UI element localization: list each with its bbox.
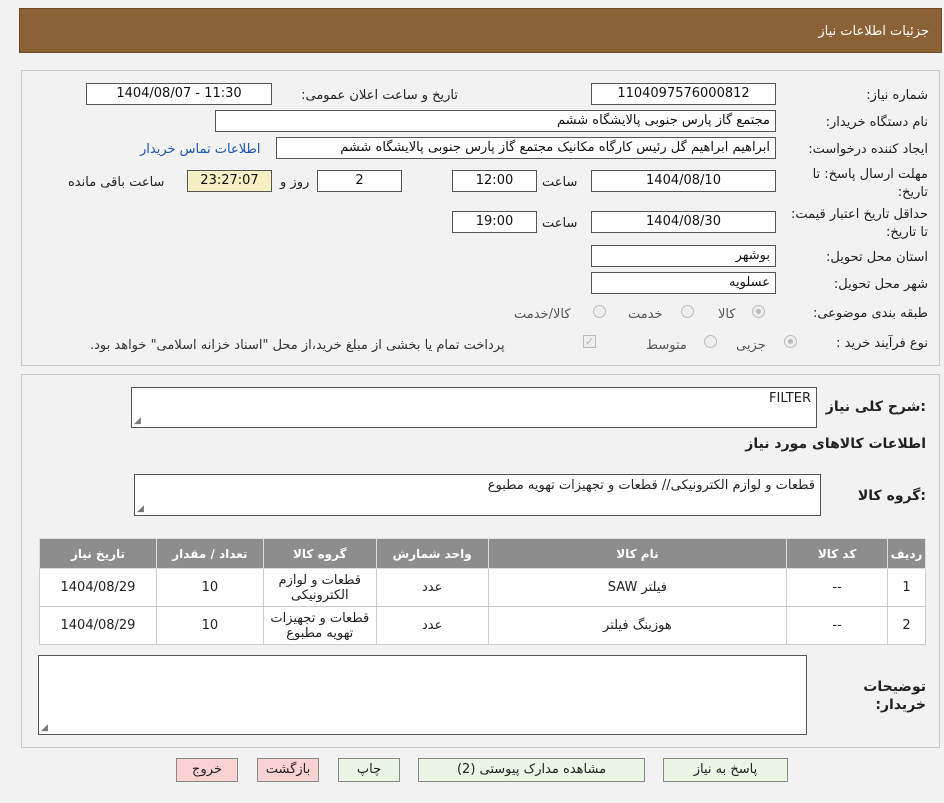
cell-name: هوزینگ فیلتر xyxy=(487,606,788,645)
process-minor-radio[interactable] xyxy=(784,335,797,348)
days-label: روز و xyxy=(280,175,310,190)
process-label: نوع فرآیند خرید : xyxy=(836,336,928,351)
col-date-header: تاریخ نیاز xyxy=(39,538,157,569)
summary-field: FILTER ◢ xyxy=(131,387,817,428)
goods-group-field: قطعات و لوازم الکترونیکی// قطعات و تجهیز… xyxy=(134,474,821,516)
col-name-header: نام کالا xyxy=(487,538,788,569)
deadline-time-label: ساعت xyxy=(542,175,578,190)
cell-row: 2 xyxy=(887,606,926,645)
process-minor-label: جزیی xyxy=(736,338,766,353)
table-row: 2 -- هوزینگ فیلتر عدد قطعات و تجهیزات ته… xyxy=(39,606,926,645)
col-group-header: گروه کالا xyxy=(262,538,377,569)
cell-row: 1 xyxy=(887,568,926,607)
cell-qty: 10 xyxy=(155,568,264,607)
category-service-label: خدمت xyxy=(628,307,663,322)
cell-unit: عدد xyxy=(375,568,489,607)
category-both-radio[interactable] xyxy=(593,305,606,318)
treasury-checkbox[interactable]: ✓ xyxy=(583,335,596,348)
province-field: بوشهر xyxy=(591,245,776,267)
validity-label: حداقل تاریخ اعتبار قیمت: تا تاریخ: xyxy=(790,207,928,240)
cell-group: قطعات و لوازم الکترونیکی xyxy=(262,568,377,607)
buyer-org-label: نام دستگاه خریدار: xyxy=(825,115,928,130)
need-number-field: 1104097576000812 xyxy=(591,83,776,105)
buyer-notes-field[interactable]: ◢ xyxy=(38,655,807,735)
attachments-button[interactable]: مشاهده مدارک پیوستی (2) xyxy=(418,758,645,782)
category-both-label: کالا/خدمت xyxy=(514,307,571,322)
validity-time-field: 19:00 xyxy=(452,211,537,233)
back-button[interactable]: بازگشت xyxy=(257,758,319,782)
exit-button[interactable]: خروج xyxy=(176,758,238,782)
deadline-label: مهلت ارسال پاسخ: تا تاریخ: xyxy=(812,167,928,200)
cell-code: -- xyxy=(786,606,889,645)
resize-grip-icon[interactable]: ◢ xyxy=(41,723,48,733)
process-medium-label: متوسط xyxy=(646,338,687,353)
goods-table: ردیف کد کالا نام کالا واحد شمارش گروه کا… xyxy=(39,538,926,645)
cell-date: 1404/08/29 xyxy=(39,568,157,607)
page-title: جزئیات اطلاعات نیاز xyxy=(818,24,929,39)
summary-label: شرح کلی نیاز: xyxy=(825,399,926,415)
deadline-date-field: 1404/08/10 xyxy=(591,170,776,192)
table-header-row: ردیف کد کالا نام کالا واحد شمارش گروه کا… xyxy=(39,538,926,569)
col-row-header: ردیف xyxy=(887,538,926,569)
buyer-org-field: مجتمع گاز پارس جنوبی پالایشگاه ششم xyxy=(215,110,776,132)
days-field: 2 xyxy=(317,170,402,192)
col-qty-header: تعداد / مقدار xyxy=(155,538,264,569)
announce-field: 1404/08/07 - 11:30 xyxy=(86,83,272,105)
need-number-label: شماره نیاز: xyxy=(866,88,928,103)
cell-unit: عدد xyxy=(375,606,489,645)
process-medium-radio[interactable] xyxy=(704,335,717,348)
buyer-notes-label: توضیحات خریدار: xyxy=(863,679,926,713)
category-service-radio[interactable] xyxy=(681,305,694,318)
cell-group: قطعات و تجهیزات تهویه مطبوع xyxy=(262,606,377,645)
cell-date: 1404/08/29 xyxy=(39,606,157,645)
category-goods-radio[interactable] xyxy=(752,305,765,318)
category-goods-label: کالا xyxy=(718,307,736,322)
validity-time-label: ساعت xyxy=(542,216,578,231)
deadline-time-field: 12:00 xyxy=(452,170,537,192)
category-label: طبقه بندی موضوعی: xyxy=(812,306,928,321)
requester-label: ایجاد کننده درخواست: xyxy=(808,142,928,157)
table-row: 1 -- فیلتر SAW عدد قطعات و لوازم الکترون… xyxy=(39,568,926,607)
cell-name: فیلتر SAW xyxy=(487,568,788,607)
remaining-label: ساعت باقی مانده xyxy=(68,175,165,190)
city-field: عسلویه xyxy=(591,272,776,294)
col-unit-header: واحد شمارش xyxy=(375,538,489,569)
remaining-time-field: 23:27:07 xyxy=(187,170,272,192)
goods-info-title: اطلاعات کالاهای مورد نیاز xyxy=(745,436,926,452)
cell-qty: 10 xyxy=(155,606,264,645)
page-header: جزئیات اطلاعات نیاز xyxy=(19,8,942,53)
cell-code: -- xyxy=(786,568,889,607)
province-label: استان محل تحویل: xyxy=(826,250,928,265)
col-code-header: کد کالا xyxy=(786,538,889,569)
requester-field: ابراهیم ابراهیم گل رئیس کارگاه مکانیک مج… xyxy=(276,137,776,159)
print-button[interactable]: چاپ xyxy=(338,758,400,782)
announce-label: تاریخ و ساعت اعلان عمومی: xyxy=(301,88,458,103)
resize-grip-icon[interactable]: ◢ xyxy=(134,416,141,426)
summary-text: FILTER xyxy=(769,391,811,406)
resize-grip-icon[interactable]: ◢ xyxy=(137,504,144,514)
payment-note: پرداخت تمام یا بخشی از مبلغ خرید،از محل … xyxy=(90,338,505,353)
goods-group-label: گروه کالا: xyxy=(857,488,926,504)
goods-group-text: قطعات و لوازم الکترونیکی// قطعات و تجهیز… xyxy=(487,478,815,493)
reply-button[interactable]: پاسخ به نیاز xyxy=(663,758,788,782)
buyer-contact-link[interactable]: اطلاعات تماس خریدار xyxy=(140,142,260,157)
city-label: شهر محل تحویل: xyxy=(833,277,928,292)
validity-date-field: 1404/08/30 xyxy=(591,211,776,233)
